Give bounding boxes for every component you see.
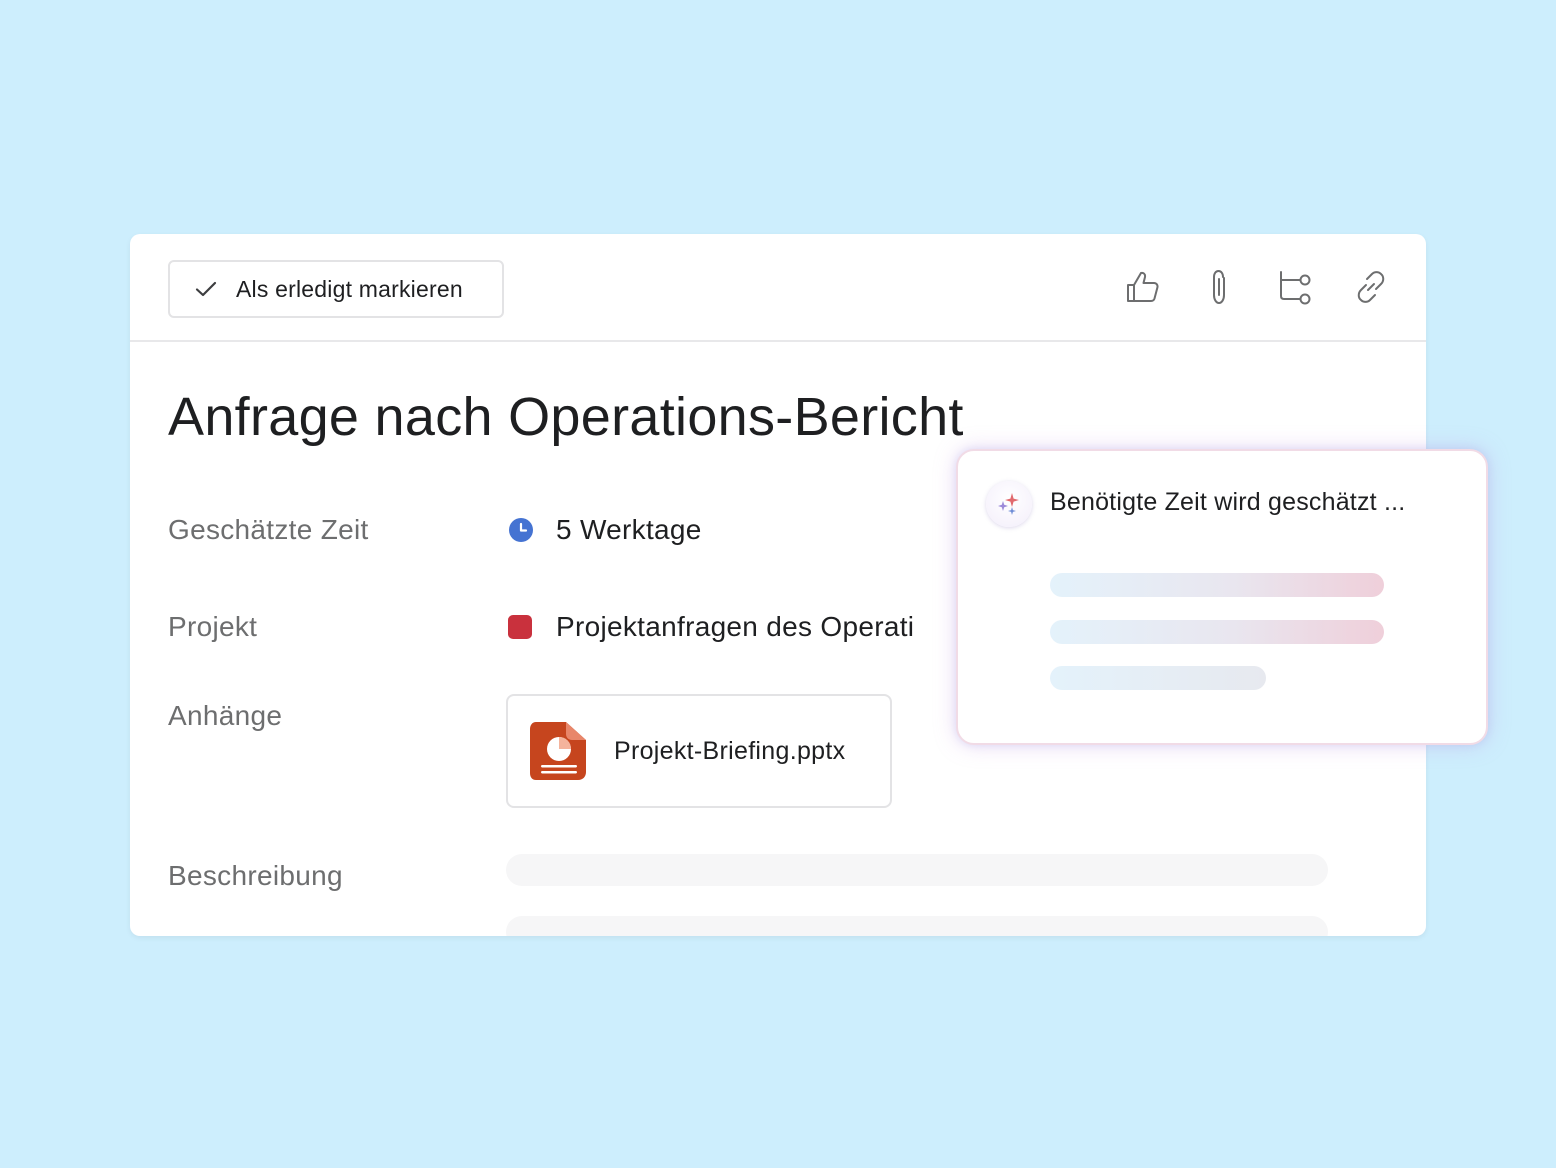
attachments-label: Anhänge: [168, 700, 283, 731]
ai-badge: [986, 481, 1032, 527]
project-label: Projekt: [168, 611, 258, 642]
sparkle-icon: [998, 493, 1019, 515]
loading-skeleton-line: [1050, 666, 1266, 690]
mark-complete-label: Als erledigt markieren: [236, 275, 463, 302]
estimated-time-label: Geschätzte Zeit: [168, 514, 369, 545]
powerpoint-file-icon: [530, 722, 586, 780]
attachment-file-name: Projekt-Briefing.pptx: [614, 736, 846, 765]
project-name: Projektanfragen des Operati: [556, 611, 915, 642]
project-value[interactable]: Projektanfragen des Operati: [508, 611, 914, 643]
task-toolbar: Als erledigt markieren: [130, 234, 1426, 342]
ai-estimate-popup: Benötigte Zeit wird geschätzt ...: [956, 449, 1488, 745]
ai-status-text: Benötigte Zeit wird geschätzt ...: [1050, 488, 1406, 516]
paperclip-icon[interactable]: [1200, 268, 1238, 306]
link-icon[interactable]: [1352, 268, 1390, 306]
clock-icon: [509, 518, 533, 542]
estimated-time-text: 5 Werktage: [556, 514, 702, 545]
loading-skeleton-line: [1050, 620, 1384, 644]
subtask-icon[interactable]: [1276, 268, 1314, 306]
estimated-time-value[interactable]: 5 Werktage: [508, 514, 702, 546]
project-color-square: [508, 615, 532, 639]
task-title[interactable]: Anfrage nach Operations-Bericht: [168, 386, 964, 448]
thumbs-up-icon[interactable]: [1124, 268, 1162, 306]
attachment-file[interactable]: Projekt-Briefing.pptx: [506, 694, 892, 808]
description-placeholder-line[interactable]: [506, 916, 1328, 936]
checkmark-icon: [195, 281, 217, 297]
mark-complete-button[interactable]: Als erledigt markieren: [168, 260, 504, 318]
description-label: Beschreibung: [168, 860, 343, 891]
loading-skeleton-line: [1050, 573, 1384, 597]
toolbar-actions: [1124, 268, 1390, 306]
description-placeholder-line[interactable]: [506, 854, 1328, 886]
